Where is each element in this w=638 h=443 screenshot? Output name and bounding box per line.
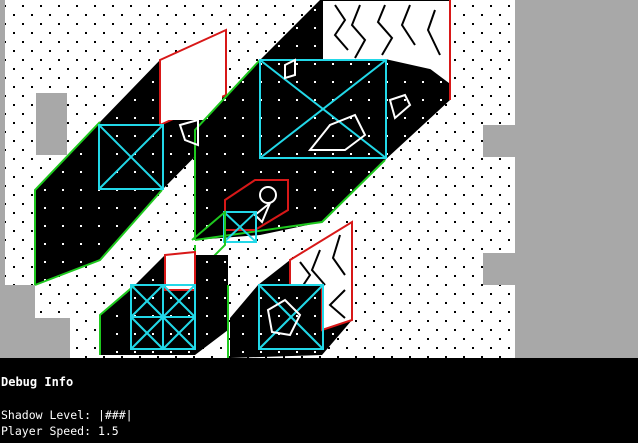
- debug-title: Debug Info: [1, 375, 74, 389]
- player-speed-value: 1.5: [97, 424, 119, 438]
- floor-gap-right-lower: [483, 253, 517, 285]
- floor-gap-left: [36, 93, 67, 155]
- player-speed-line: Player Speed: 1.5: [1, 424, 119, 438]
- shadow-level-label: Shadow Level:: [1, 408, 92, 422]
- cyan-boxes-lower-left: [130, 284, 196, 350]
- debug-panel: Debug Info Shadow Level: |###| Player Sp…: [0, 358, 638, 443]
- player-speed-label: Player Speed:: [1, 424, 92, 438]
- shadow-level-line: Shadow Level: |###|: [1, 408, 133, 422]
- shadow-level-value: |###|: [97, 408, 133, 422]
- game-viewport[interactable]: [0, 0, 638, 358]
- game-scene: [5, 0, 517, 358]
- floor-gap-right-upper: [483, 125, 517, 157]
